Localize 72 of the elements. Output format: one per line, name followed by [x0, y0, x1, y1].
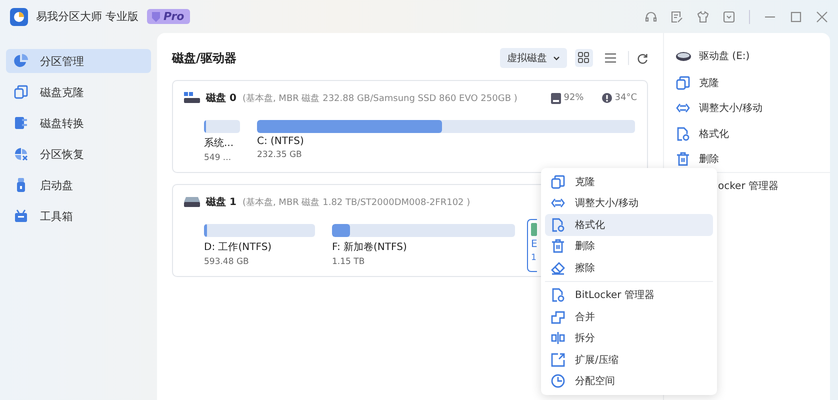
maximize-icon[interactable]: [790, 10, 802, 22]
disk-convert-icon: [14, 116, 28, 130]
shield-icon: [150, 12, 160, 22]
format-icon: [551, 288, 565, 302]
menu-item[interactable]: 格式化: [545, 214, 713, 236]
action-item[interactable]: 调整大小/移动: [676, 96, 830, 121]
disk-name: 磁盘 0: [206, 92, 236, 105]
clock-icon: [551, 374, 565, 388]
menu-item[interactable]: 删除: [545, 236, 713, 257]
ssd-icon: [184, 92, 200, 104]
menu-item[interactable]: 扩展/压缩: [545, 349, 713, 370]
split-icon: [551, 331, 565, 346]
headset-icon[interactable]: [645, 10, 657, 22]
sidebar-item[interactable]: 分区恢复: [6, 142, 151, 166]
sidebar-item[interactable]: 工具箱: [6, 204, 151, 228]
shirt-icon[interactable]: [697, 10, 709, 22]
toolbox-icon: [14, 209, 28, 223]
eraser-icon: [551, 260, 565, 275]
info-icon: [602, 93, 612, 103]
recovery-icon: [14, 147, 28, 161]
usb-drive-icon: [14, 178, 28, 192]
dropdown-box-icon[interactable]: [723, 10, 735, 22]
partition[interactable]: F: 新加卷(NTFS) 1.15 TB: [332, 224, 515, 267]
partition[interactable]: 系统... 549 ...: [204, 120, 240, 163]
drive-title: 驱动盘 (E:): [699, 50, 750, 63]
disk-health: 92%: [564, 93, 584, 103]
trash-icon: [676, 152, 690, 166]
sidebar-item[interactable]: 磁盘转换: [6, 111, 151, 135]
app-logo: [10, 8, 28, 26]
section-title: 磁盘/驱动器: [172, 50, 238, 66]
format-icon: [551, 218, 565, 232]
close-icon[interactable]: [816, 10, 828, 22]
list-view-icon[interactable]: [605, 53, 616, 63]
menu-item[interactable]: 分配空间: [545, 370, 713, 392]
clone-icon: [676, 76, 690, 90]
action-item[interactable]: 克隆: [676, 70, 830, 96]
pie-chart-icon: [14, 54, 28, 68]
sidebar-item[interactable]: 启动盘: [6, 173, 151, 197]
menu-item[interactable]: 合并: [545, 306, 713, 328]
disk-info: (基本盘, MBR 磁盘 232.88 GB/Samsung SSD 860 EVO 250GB ): [242, 92, 518, 104]
sidebar-item[interactable]: 磁盘克隆: [6, 80, 151, 104]
action-item[interactable]: ocker 管理器: [718, 178, 778, 193]
chevron-down-icon: [553, 56, 560, 60]
format-icon: [676, 126, 690, 141]
menu-item[interactable]: 擦除: [545, 257, 713, 278]
menu-item[interactable]: 调整大小/移动: [545, 192, 713, 214]
sidebar-item[interactable]: 分区管理: [6, 49, 151, 73]
partition[interactable]: D: 工作(NTFS) 593.48 GB: [204, 224, 315, 267]
merge-icon: [551, 310, 565, 324]
drive-icon: [676, 52, 691, 60]
trash-icon: [551, 239, 565, 254]
disk-info: (基本盘, MBR 磁盘 1.82 TB/ST2000DM008-2FR102 ): [242, 196, 470, 208]
refresh-icon[interactable]: [637, 52, 648, 64]
clone-icon: [14, 85, 28, 99]
disk-temperature: 34°C: [614, 93, 637, 103]
pro-label: Pro: [164, 10, 184, 23]
notes-icon[interactable]: [671, 10, 683, 22]
partition[interactable]: C: (NTFS) 232.35 GB: [257, 120, 635, 163]
disk-name: 磁盘 1: [206, 196, 236, 209]
grid-view-button[interactable]: [575, 49, 593, 67]
app-title: 易我分区大师 专业版: [36, 9, 138, 24]
menu-item[interactable]: 克隆: [545, 171, 713, 192]
partition[interactable]: E 1: [527, 219, 537, 272]
extend-icon: [551, 352, 565, 367]
drive-health-icon: [550, 92, 561, 104]
menu-item[interactable]: 拆分: [545, 328, 713, 349]
hard-drive-icon: [184, 197, 200, 207]
virtual-disk-dropdown[interactable]: 虚拟磁盘: [500, 48, 567, 68]
action-item[interactable]: 删除: [676, 146, 830, 172]
menu-item[interactable]: BitLocker 管理器: [545, 284, 713, 306]
action-item[interactable]: 格式化: [676, 121, 830, 146]
clone-icon: [551, 174, 565, 189]
